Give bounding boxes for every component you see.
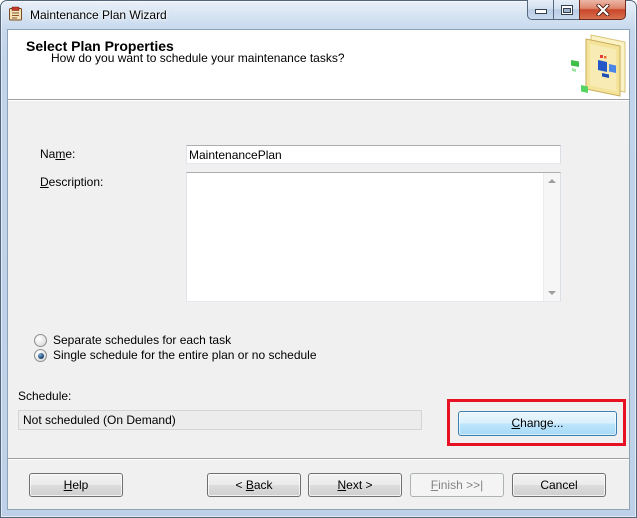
radio-button[interactable] [34, 334, 47, 347]
next-button-text-post: ext > [346, 478, 373, 492]
back-button-text-pre: < [235, 478, 246, 492]
description-field[interactable] [187, 173, 543, 301]
radio-separate-schedules[interactable]: Separate schedules for each task [34, 333, 364, 348]
name-label: Name: [40, 147, 75, 161]
description-label: Description: [40, 175, 103, 189]
maximize-button[interactable] [553, 0, 580, 20]
scroll-down-arrow-icon [548, 291, 556, 295]
radio-single-schedule[interactable]: Single schedule for the entire plan or n… [34, 348, 364, 363]
back-button-text-post: ack [253, 478, 273, 492]
wizard-graphic-icon-art [571, 34, 626, 97]
schedule-label: Schedule: [18, 389, 72, 403]
description-label-post: escription: [48, 175, 104, 189]
next-button[interactable]: Next > [308, 473, 402, 497]
window-title: Maintenance Plan Wizard [30, 8, 167, 22]
change-schedule-button[interactable]: Change... [458, 411, 617, 436]
name-label-pre: Na [40, 147, 56, 161]
schedule-value: Not scheduled (On Demand) [23, 413, 176, 427]
minimize-button[interactable] [527, 0, 554, 20]
name-label-post: e: [65, 147, 76, 161]
back-button[interactable]: < Back [207, 473, 301, 497]
close-button[interactable] [579, 0, 626, 20]
wizard-graphic-icon [570, 34, 626, 97]
cancel-button[interactable]: Cancel [512, 473, 606, 497]
name-field[interactable] [186, 145, 561, 164]
finish-button[interactable]: Finish >>| [410, 473, 504, 497]
page-subtitle: How do you want to schedule your mainten… [51, 51, 345, 65]
radio-button[interactable] [34, 349, 47, 362]
next-button-accelerator: N [337, 478, 347, 492]
minimize-icon [535, 9, 547, 14]
wizard-header: Select Plan Properties How do you want t… [8, 30, 629, 99]
back-button-accelerator: B [245, 478, 254, 492]
scroll-up-button[interactable] [544, 173, 560, 190]
radio-label[interactable]: Separate schedules for each task [53, 333, 231, 347]
close-icon [596, 4, 610, 16]
footer-separator [8, 458, 629, 460]
radio-label[interactable]: Single schedule for the entire plan or n… [53, 348, 317, 362]
help-button-text-post: elp [72, 478, 89, 492]
wizard-window: Maintenance Plan Wizard Select Plan Prop… [0, 0, 637, 518]
finish-button-accelerator: F [430, 478, 439, 492]
scroll-up-arrow-icon [548, 179, 556, 183]
caption-buttons [527, 0, 626, 20]
description-scrollbar[interactable] [543, 173, 560, 301]
change-button-text-post: hange... [520, 416, 564, 430]
change-button-accelerator: C [511, 416, 521, 430]
maintenance-wizard-icon[interactable] [8, 6, 23, 21]
title-bar[interactable]: Maintenance Plan Wizard [0, 0, 637, 30]
maximize-icon [561, 5, 573, 15]
description-label-accelerator: D [40, 175, 49, 189]
description-field-box [186, 172, 561, 302]
scroll-down-button[interactable] [544, 284, 560, 301]
cancel-button-text-pre: Cancel [540, 478, 578, 492]
schedule-value-field: Not scheduled (On Demand) [18, 410, 422, 430]
wizard-client-area: Select Plan Properties How do you want t… [8, 30, 629, 509]
help-button[interactable]: Help [29, 473, 123, 497]
finish-button-text-post: inish >>| [438, 478, 484, 492]
maintenance-wizard-icon-graphic [9, 6, 22, 21]
name-label-accelerator: m [55, 147, 66, 161]
